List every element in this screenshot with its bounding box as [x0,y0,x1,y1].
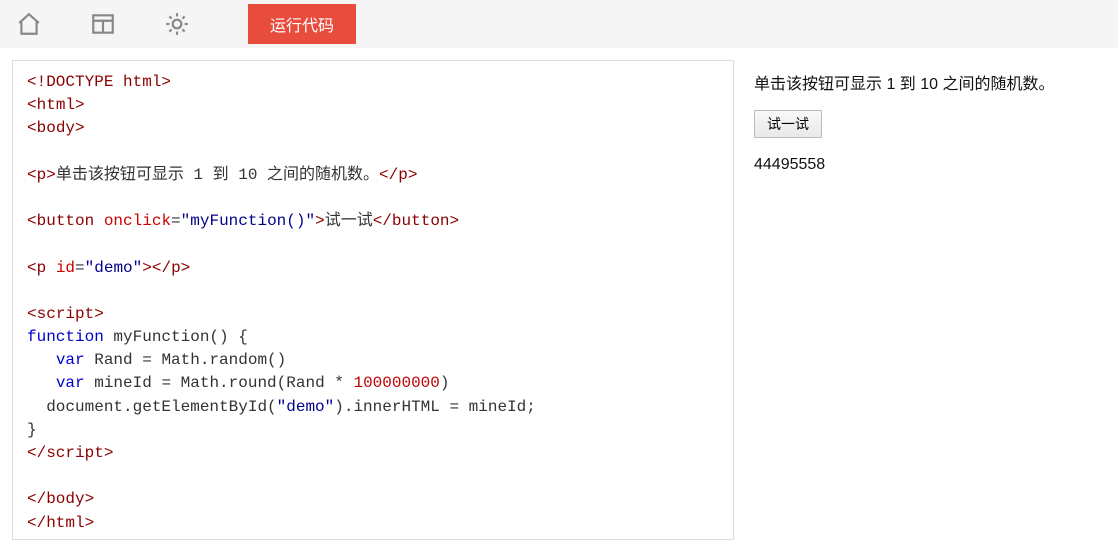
code-t: "demo" [277,398,335,416]
code-t: html [37,96,75,114]
code-t: onclick [104,212,171,230]
code-t: > [94,305,104,323]
home-icon[interactable] [16,11,42,37]
code-t: < [27,166,37,184]
code-t: ).innerHTML = mineId; [334,398,536,416]
code-t: > [75,96,85,114]
code-line: <!DOCTYPE html> [27,73,171,91]
code-t: 试一试 [325,212,373,230]
code-t [27,351,56,369]
code-t: "myFunction()" [181,212,315,230]
preview-pane: 单击该按钮可显示 1 到 10 之间的随机数。 试一试 44495558 [748,60,1106,540]
code-t: html [46,514,84,532]
code-t: 单击该按钮可显示 1 到 10 之间的随机数。 [56,166,379,184]
code-t: > [85,514,95,532]
code-t: > [450,212,460,230]
code-t: body [46,490,84,508]
code-t: </ [27,490,46,508]
main-area: <!DOCTYPE html> <html> <body> <p>单击该按钮可显… [0,48,1118,552]
code-t: > [181,259,191,277]
code-t: </ [27,514,46,532]
layout-icon[interactable] [90,11,116,37]
code-t: < [27,305,37,323]
toolbar: 运行代码 [0,0,1118,48]
code-t: script [37,305,95,323]
code-t [94,212,104,230]
try-it-button[interactable]: 试一试 [754,110,822,138]
code-t: document.getElementById( [27,398,277,416]
code-t: < [27,259,37,277]
preview-description: 单击该按钮可显示 1 到 10 之间的随机数。 [754,70,1100,94]
demo-output: 44495558 [754,156,1100,174]
code-t: myFunction() { [104,328,248,346]
code-t: script [46,444,104,462]
code-t: p [37,259,47,277]
code-t: </ [152,259,171,277]
code-t: = [75,259,85,277]
code-t: < [27,96,37,114]
code-t: = [171,212,181,230]
code-t [46,259,56,277]
code-t: > [85,490,95,508]
code-t: button [392,212,450,230]
code-t: mineId = Math.round(Rand * [85,374,354,392]
code-t: > [408,166,418,184]
code-t: "demo" [85,259,143,277]
code-t: button [37,212,95,230]
code-t [27,374,56,392]
code-t: body [37,119,75,137]
code-t: } [27,421,37,439]
code-t: </ [379,166,398,184]
run-code-button[interactable]: 运行代码 [248,4,356,44]
code-t: var [56,351,85,369]
code-t: > [142,259,152,277]
code-t: < [27,119,37,137]
code-t: p [171,259,181,277]
sun-icon[interactable] [164,11,190,37]
code-t: Rand = Math.random() [85,351,287,369]
code-t: function [27,328,104,346]
code-t: > [46,166,56,184]
code-t: </ [27,444,46,462]
code-editor[interactable]: <!DOCTYPE html> <html> <body> <p>单击该按钮可显… [12,60,734,540]
code-t: 100000000 [353,374,439,392]
code-t: p [37,166,47,184]
code-t: > [104,444,114,462]
code-t: </ [373,212,392,230]
code-t: var [56,374,85,392]
code-t: > [315,212,325,230]
code-t: id [56,259,75,277]
code-t: p [398,166,408,184]
code-t: ) [440,374,450,392]
code-t: < [27,212,37,230]
code-t: > [75,119,85,137]
